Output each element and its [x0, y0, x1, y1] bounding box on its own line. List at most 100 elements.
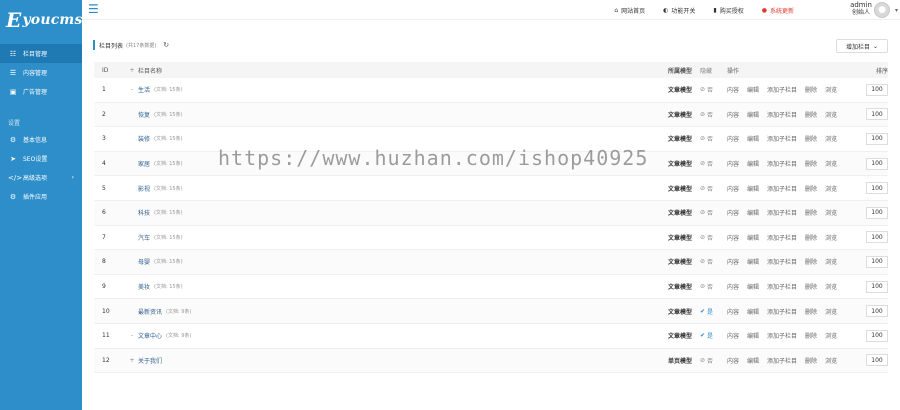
top-link-system-update[interactable]: ● 系统更新 — [762, 6, 794, 15]
top-link-feature-switch[interactable]: ◐ 功能开关 — [663, 6, 695, 15]
sidebar-item-ad-manage[interactable]: ▣ 广告管理 — [0, 82, 82, 101]
row-op-3[interactable]: 删除 — [805, 307, 817, 316]
row-op-2[interactable]: 添加子栏目 — [767, 208, 797, 217]
row-op-1[interactable]: 编辑 — [747, 307, 759, 316]
row-op-4[interactable]: 浏览 — [825, 356, 837, 365]
sidebar-item-plugins[interactable]: ⚙ 插件应用 — [0, 187, 82, 206]
header-name[interactable]: + 栏目名称 — [124, 66, 654, 75]
sort-input[interactable] — [866, 354, 888, 367]
sort-input[interactable] — [866, 280, 888, 293]
row-name-label[interactable]: 科技 — [138, 208, 150, 217]
row-name-label[interactable]: 恢复 — [138, 110, 150, 119]
row-hide-toggle[interactable]: ✔ 是 — [692, 307, 725, 316]
row-op-4[interactable]: 浏览 — [825, 307, 837, 316]
row-op-0[interactable]: 内容 — [727, 184, 739, 193]
row-name-label[interactable]: 家居 — [138, 159, 150, 168]
row-name-label[interactable]: 关于我们 — [138, 356, 162, 365]
top-link-buy-license[interactable]: ▮ 购买授权 — [713, 6, 743, 15]
row-op-3[interactable]: 删除 — [805, 159, 817, 168]
user-info[interactable]: admin 创始人 — [850, 2, 872, 17]
row-hide-toggle[interactable]: ⊘ 否 — [692, 110, 725, 119]
row-op-2[interactable]: 添加子栏目 — [767, 307, 797, 316]
row-op-0[interactable]: 内容 — [727, 208, 739, 217]
row-op-2[interactable]: 添加子栏目 — [767, 110, 797, 119]
row-op-2[interactable]: 添加子栏目 — [767, 184, 797, 193]
row-op-3[interactable]: 删除 — [805, 331, 817, 340]
row-hide-toggle[interactable]: ⊘ 否 — [692, 282, 725, 291]
row-op-1[interactable]: 编辑 — [747, 282, 759, 291]
row-op-2[interactable]: 添加子栏目 — [767, 159, 797, 168]
sort-input[interactable] — [866, 83, 888, 96]
row-hide-toggle[interactable]: ✔ 是 — [692, 331, 725, 340]
sidebar-item-advanced[interactable]: </> 高级选项 › — [0, 168, 82, 187]
row-hide-toggle[interactable]: ⊘ 否 — [692, 85, 725, 94]
row-op-2[interactable]: 添加子栏目 — [767, 85, 797, 94]
row-op-3[interactable]: 删除 — [805, 233, 817, 242]
row-op-1[interactable]: 编辑 — [747, 134, 759, 143]
logo[interactable]: Eyoucms — [0, 0, 82, 40]
row-op-1[interactable]: 编辑 — [747, 233, 759, 242]
row-op-3[interactable]: 删除 — [805, 356, 817, 365]
row-op-4[interactable]: 浏览 — [825, 85, 837, 94]
row-op-3[interactable]: 删除 — [805, 184, 817, 193]
sidebar-item-column-manage[interactable]: ☷ 栏目管理 — [0, 44, 82, 63]
sort-input[interactable] — [866, 108, 888, 121]
row-name-label[interactable]: 汽车 — [138, 233, 150, 242]
row-op-1[interactable]: 编辑 — [747, 85, 759, 94]
sort-input[interactable] — [866, 305, 888, 318]
row-hide-toggle[interactable]: ⊘ 否 — [692, 134, 725, 143]
row-op-0[interactable]: 内容 — [727, 282, 739, 291]
row-op-0[interactable]: 内容 — [727, 85, 739, 94]
row-op-0[interactable]: 内容 — [727, 331, 739, 340]
row-op-0[interactable]: 内容 — [727, 257, 739, 266]
row-op-3[interactable]: 删除 — [805, 110, 817, 119]
expand-all-icon[interactable]: + — [128, 67, 136, 74]
row-op-4[interactable]: 浏览 — [825, 208, 837, 217]
sort-input[interactable] — [866, 157, 888, 170]
row-name-label[interactable]: 最新资讯 — [138, 307, 162, 316]
row-hide-toggle[interactable]: ⊘ 否 — [692, 159, 725, 168]
row-hide-toggle[interactable]: ⊘ 否 — [692, 233, 725, 242]
row-op-3[interactable]: 删除 — [805, 85, 817, 94]
row-hide-toggle[interactable]: ⊘ 否 — [692, 184, 725, 193]
row-op-0[interactable]: 内容 — [727, 307, 739, 316]
row-op-1[interactable]: 编辑 — [747, 257, 759, 266]
row-op-2[interactable]: 添加子栏目 — [767, 282, 797, 291]
row-op-0[interactable]: 内容 — [727, 159, 739, 168]
refresh-icon[interactable]: ↻ — [163, 41, 169, 49]
row-hide-toggle[interactable]: ⊘ 否 — [692, 257, 725, 266]
row-name-label[interactable]: 母婴 — [138, 257, 150, 266]
row-op-3[interactable]: 删除 — [805, 282, 817, 291]
row-name-label[interactable]: 影视 — [138, 184, 150, 193]
row-op-1[interactable]: 编辑 — [747, 184, 759, 193]
row-op-0[interactable]: 内容 — [727, 233, 739, 242]
row-expand-toggle[interactable]: - — [128, 86, 136, 93]
row-op-4[interactable]: 浏览 — [825, 134, 837, 143]
row-op-2[interactable]: 添加子栏目 — [767, 233, 797, 242]
row-op-4[interactable]: 浏览 — [825, 257, 837, 266]
sidebar-item-seo[interactable]: ➤ SEO设置 — [0, 149, 82, 168]
sort-input[interactable] — [866, 206, 888, 219]
row-op-4[interactable]: 浏览 — [825, 233, 837, 242]
row-op-1[interactable]: 编辑 — [747, 356, 759, 365]
row-op-2[interactable]: 添加子栏目 — [767, 134, 797, 143]
row-name-label[interactable]: 装修 — [138, 134, 150, 143]
row-op-0[interactable]: 内容 — [727, 110, 739, 119]
row-op-4[interactable]: 浏览 — [825, 184, 837, 193]
chevron-down-icon[interactable]: ▾ — [895, 7, 898, 14]
row-op-4[interactable]: 浏览 — [825, 110, 837, 119]
row-op-1[interactable]: 编辑 — [747, 331, 759, 340]
row-name-label[interactable]: 美妆 — [138, 282, 150, 291]
row-op-2[interactable]: 添加子栏目 — [767, 331, 797, 340]
sort-input[interactable] — [866, 255, 888, 268]
row-name-label[interactable]: 生活 — [138, 85, 150, 94]
row-op-0[interactable]: 内容 — [727, 134, 739, 143]
row-op-0[interactable]: 内容 — [727, 356, 739, 365]
row-hide-toggle[interactable]: ⊘ 否 — [692, 208, 725, 217]
row-op-4[interactable]: 浏览 — [825, 331, 837, 340]
row-hide-toggle[interactable]: ⊘ 否 — [692, 356, 725, 365]
avatar[interactable]: ● — [874, 2, 890, 18]
row-op-4[interactable]: 浏览 — [825, 282, 837, 291]
row-op-3[interactable]: 删除 — [805, 134, 817, 143]
row-op-1[interactable]: 编辑 — [747, 159, 759, 168]
